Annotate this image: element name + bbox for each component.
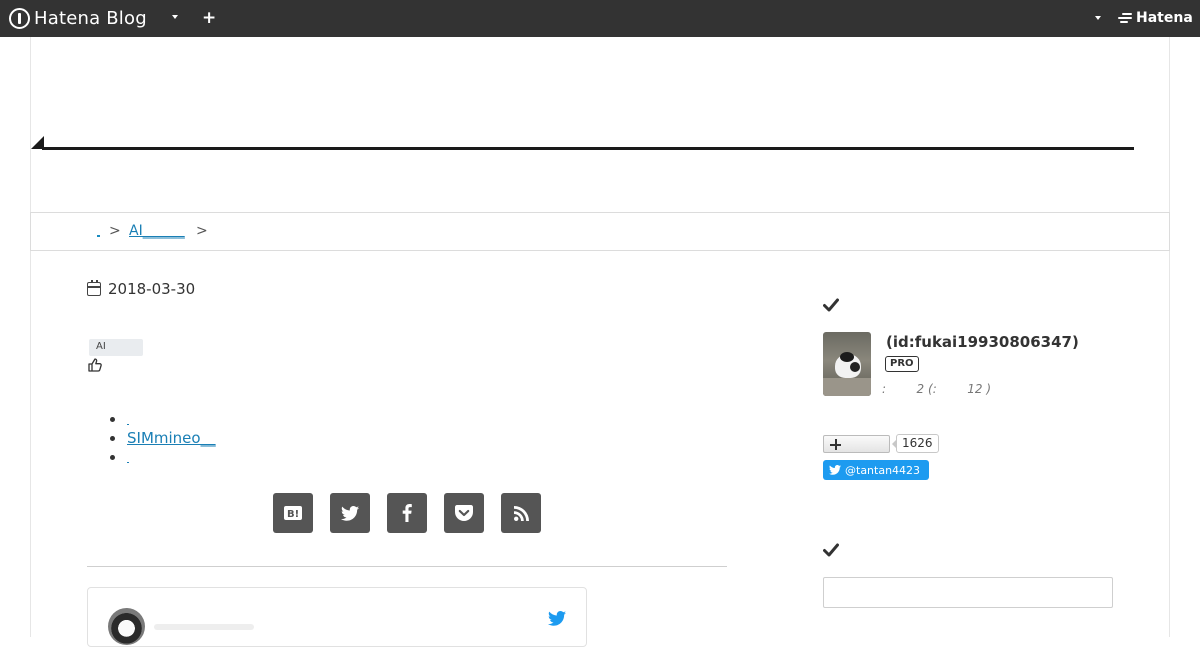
related-link[interactable] (127, 462, 129, 463)
twitter-icon (341, 505, 359, 521)
hatena-brand-text: Hatena (1136, 10, 1193, 26)
facebook-share-button[interactable] (387, 493, 427, 533)
pocket-icon (455, 504, 473, 521)
facebook-icon (402, 504, 412, 522)
check-icon (823, 543, 839, 557)
article-divider (87, 566, 727, 567)
pocket-share-button[interactable] (444, 493, 484, 533)
rss-icon (513, 505, 529, 521)
profile-stats: : 2 (: 12 ) (882, 382, 992, 396)
twitter-icon[interactable] (548, 611, 566, 626)
entry-date-text: 2018-03-30 (108, 280, 196, 298)
search-input[interactable] (823, 577, 1113, 608)
category-tag[interactable]: AI (89, 339, 143, 356)
twitter-share-button[interactable] (330, 493, 370, 533)
profile-id-link[interactable]: (id:fukai19930806347) (886, 333, 1079, 351)
user-menu-chevron-down-icon[interactable] (1095, 16, 1101, 20)
global-header: Hatena Blog + Hatena (0, 0, 1200, 37)
breadcrumb: > AI______ > (30, 212, 1170, 251)
share-buttons: B! (273, 493, 541, 533)
embedded-tweet-card[interactable] (87, 587, 587, 647)
blog-title-rule (42, 147, 1134, 150)
hatena-bookmark-share-button[interactable]: B! (273, 493, 313, 533)
twitter-icon (829, 465, 841, 475)
thumbs-up-icon[interactable] (87, 357, 103, 373)
twitter-follow-button[interactable]: @tantan4423 (823, 460, 929, 480)
related-link-label[interactable]: SIMmineo__ (127, 429, 216, 447)
hatena-logo-icon (9, 7, 30, 29)
hatena-brand-link[interactable]: Hatena (1118, 10, 1193, 26)
breadcrumb-category-link[interactable]: AI______ (129, 223, 185, 239)
new-post-plus-icon[interactable]: + (202, 8, 216, 28)
breadcrumb-separator: > (109, 223, 121, 239)
embedded-author-name (154, 624, 254, 630)
subscribe-button[interactable] (823, 434, 890, 453)
breadcrumb-home-link[interactable] (97, 235, 100, 237)
hatena-blog-logo[interactable]: Hatena Blog (9, 7, 147, 29)
subscribe-widget: 1626 (823, 434, 939, 453)
hatena-brand-icon (1118, 13, 1132, 23)
logo-text: Hatena Blog (34, 7, 147, 29)
hatena-bookmark-icon: B! (284, 506, 302, 520)
svg-text:B!: B! (287, 509, 299, 520)
profile-avatar[interactable] (823, 332, 871, 396)
subscriber-count: 1626 (892, 434, 939, 453)
twitter-follow-label: @tantan4423 (845, 463, 921, 477)
breadcrumb-separator: > (196, 223, 208, 239)
rss-button[interactable] (501, 493, 541, 533)
avatar (108, 608, 145, 645)
calendar-icon (87, 280, 101, 296)
blog-menu-chevron-down-icon[interactable] (172, 15, 178, 19)
entry-date[interactable]: 2018-03-30 (87, 280, 195, 298)
pro-badge: PRO (885, 356, 919, 372)
check-icon (823, 298, 839, 312)
related-link[interactable] (127, 424, 129, 425)
